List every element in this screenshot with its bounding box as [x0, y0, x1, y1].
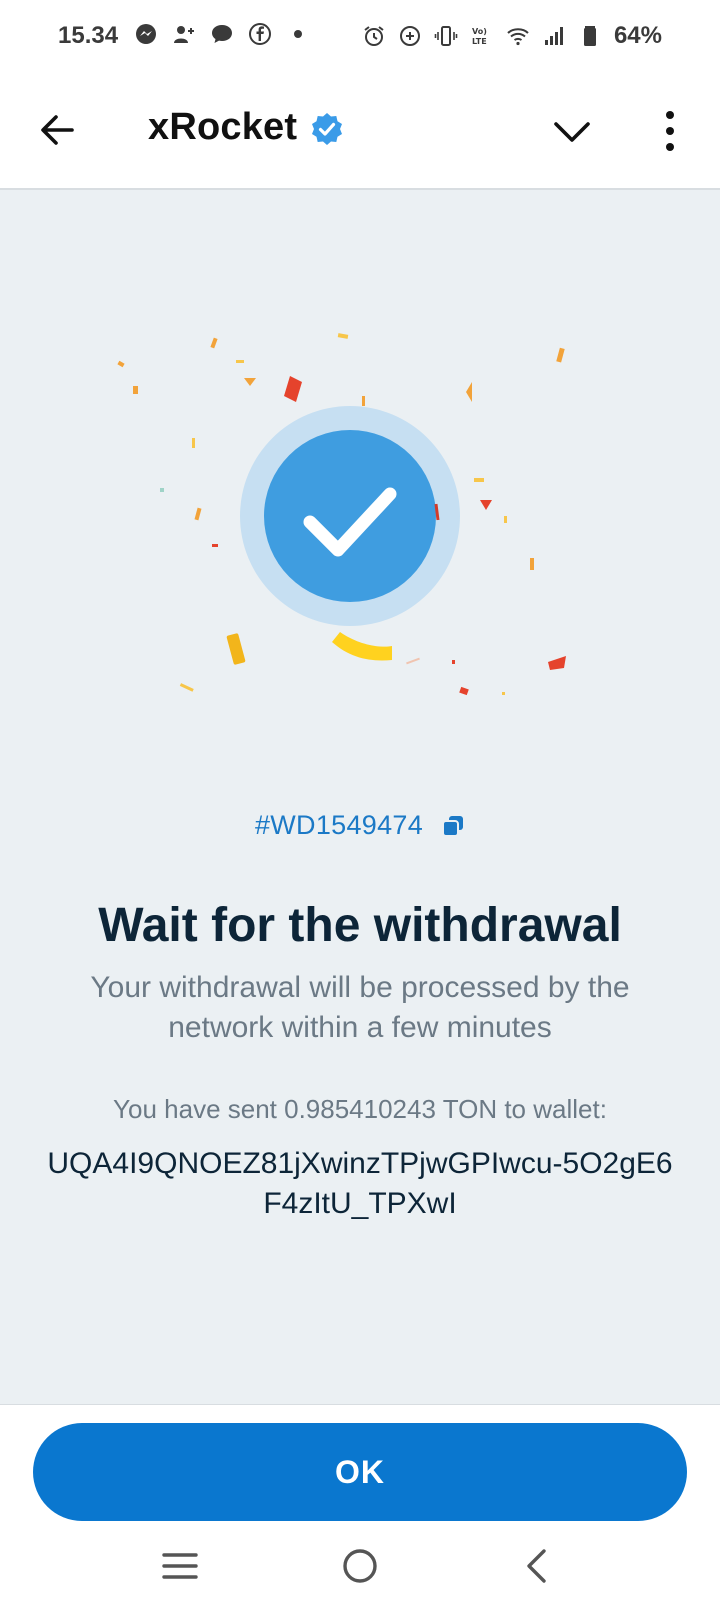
copy-icon[interactable]	[441, 814, 465, 838]
bottom-panel: OK	[0, 1404, 720, 1522]
volte-icon: Vo)LTE	[472, 27, 487, 46]
back-arrow-icon[interactable]	[36, 108, 80, 152]
sent-amount-text: You have sent 0.985410243 TON to wallet:	[113, 1094, 607, 1124]
transaction-id: #WD1549474	[254, 810, 424, 840]
transaction-id-row: #WD1549474	[0, 810, 720, 841]
recent-apps-icon[interactable]	[158, 1544, 202, 1588]
data-saver-icon	[399, 26, 420, 46]
more-vertical-icon[interactable]	[652, 108, 688, 154]
svg-text:Vo): Vo)	[472, 27, 487, 36]
add-contact-icon	[174, 26, 194, 43]
status-time: 15.34	[58, 22, 119, 49]
wifi-icon	[507, 28, 529, 46]
page-subtitle: Your withdrawal will be processed by the…	[90, 971, 630, 1044]
chat-bubble-icon	[212, 25, 232, 43]
home-icon[interactable]	[338, 1544, 382, 1588]
system-icons: Vo) LTE 64%	[362, 22, 662, 50]
alarm-icon	[364, 26, 384, 46]
svg-text:LTE: LTE	[472, 37, 487, 46]
wallet-address[interactable]: UQA4I9QNOEZ81jXwinzTPjwGPIwcu-5O2gE6F4zI…	[40, 1144, 680, 1224]
chat-title[interactable]: xRocket	[148, 106, 297, 149]
battery-icon	[583, 26, 596, 46]
system-nav-bar	[0, 1522, 720, 1608]
status-bar: 15.34 Vo) LTE 64%	[0, 0, 720, 76]
page-title: Wait for the withdrawal	[98, 899, 622, 952]
facebook-icon	[249, 23, 271, 45]
main-content: #WD1549474 Wait for the withdrawal Your …	[0, 190, 720, 1404]
back-icon[interactable]	[516, 1544, 560, 1588]
verified-badge-icon	[312, 113, 342, 145]
messenger-icon	[136, 24, 156, 44]
dot-icon	[294, 30, 302, 38]
battery-percent: 64%	[613, 22, 662, 49]
chevron-down-icon[interactable]	[550, 112, 594, 152]
app-header: xRocket	[0, 76, 720, 190]
success-check-illustration	[117, 333, 566, 696]
ok-button[interactable]: OK	[33, 1423, 687, 1521]
signal-icon	[544, 27, 563, 45]
notification-icons	[134, 22, 310, 46]
vibrate-icon	[434, 26, 458, 46]
